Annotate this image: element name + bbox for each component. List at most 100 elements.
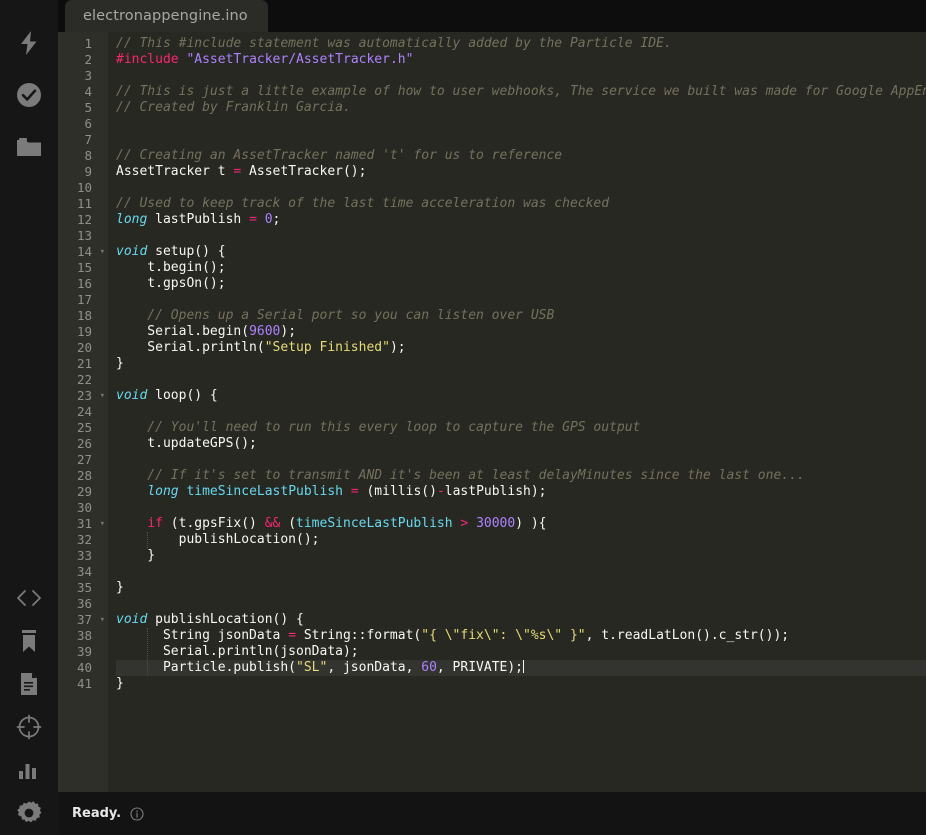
line-number: 25	[76, 420, 92, 435]
line-number: 41	[76, 676, 92, 691]
code-line[interactable]: }	[116, 548, 926, 564]
line-number: 40	[76, 660, 92, 675]
code-token: loop() {	[147, 388, 218, 403]
code-token: Serial.begin(	[116, 324, 250, 339]
code-line[interactable]	[116, 68, 926, 84]
code-line[interactable]: String jsonData = String::format("{ \"fi…	[116, 628, 926, 644]
code-line[interactable]: }	[116, 580, 926, 596]
code-content[interactable]: // This #include statement was automatic…	[108, 32, 926, 792]
code-line[interactable]: Serial.println(jsonData);	[116, 644, 926, 660]
status-message: Ready.	[72, 806, 122, 821]
main-area: electronappengine.ino 1 2 3 4 5 6 7 8 9 10 11 12 13 1…	[58, 0, 926, 835]
chart-icon[interactable]	[0, 749, 58, 791]
code-line[interactable]: if (t.gpsFix() && (timeSinceLastPublish …	[116, 516, 926, 532]
code-line[interactable]: // You'll need to run this every loop to…	[116, 420, 926, 436]
flash-icon[interactable]	[0, 22, 58, 64]
folder-icon[interactable]	[0, 126, 58, 168]
line-number: 33	[76, 548, 92, 563]
line-number: 18	[76, 308, 92, 323]
fold-arrow-icon[interactable]: ▾	[100, 612, 105, 628]
code-line[interactable]: publishLocation();	[116, 532, 926, 548]
code-token: "SL"	[296, 660, 328, 675]
code-token: void	[116, 244, 148, 259]
code-token: // Created by Franklin Garcia.	[116, 100, 351, 115]
verify-icon[interactable]	[0, 74, 58, 116]
target-icon[interactable]	[0, 706, 58, 748]
code-line[interactable]: // Created by Franklin Garcia.	[116, 100, 926, 116]
code-line[interactable]: void setup() {	[116, 244, 926, 260]
code-line[interactable]	[116, 180, 926, 196]
code-token: 0	[264, 212, 273, 227]
code-line[interactable]: // If it's set to transmit AND it's been…	[116, 468, 926, 484]
code-line[interactable]: // Opens up a Serial port so you can lis…	[116, 308, 926, 324]
code-line[interactable]: long timeSinceLastPublish = (millis()-la…	[116, 484, 926, 500]
line-number: 35	[76, 580, 92, 595]
code-line[interactable]	[116, 292, 926, 308]
code-token: , jsonData,	[327, 660, 422, 675]
line-number: 14 ▾	[76, 244, 105, 260]
code-line[interactable]: void loop() {	[116, 388, 926, 404]
code-token: // You'll need to run this every loop to…	[116, 420, 641, 435]
line-number-gutter: 1 2 3 4 5 6 7 8 9 10 11 12 13 14 ▾ 15 16 17 18 19 20 21 22 23 ▾ 2…	[58, 32, 108, 792]
code-token: timeSinceLastPublish	[186, 484, 343, 499]
code-line[interactable]	[116, 564, 926, 580]
code-line[interactable]	[116, 500, 926, 516]
tab-electronappengine-ino[interactable]: electronappengine.ino	[65, 0, 268, 32]
code-line[interactable]	[116, 116, 926, 132]
line-number: 16	[76, 276, 92, 291]
text-cursor	[523, 660, 524, 673]
code-token: "AssetTracker/AssetTracker.h"	[186, 52, 414, 67]
code-line[interactable]: // This is just a little example of how …	[116, 84, 926, 100]
tab-strip: electronappengine.ino	[58, 0, 926, 32]
document-icon[interactable]	[0, 663, 58, 705]
code-line[interactable]	[116, 372, 926, 388]
fold-arrow-icon[interactable]: ▾	[100, 244, 105, 260]
line-number: 27	[76, 452, 92, 467]
fold-arrow-icon[interactable]: ▾	[100, 388, 105, 404]
code-line[interactable]: }	[116, 676, 926, 692]
info-circle-icon[interactable]	[130, 806, 144, 821]
code-token: // Opens up a Serial port so you can lis…	[116, 308, 555, 323]
code-line[interactable]: void publishLocation() {	[116, 612, 926, 628]
line-number: 39	[76, 644, 92, 659]
code-line[interactable]: long lastPublish = 0;	[116, 212, 926, 228]
code-token: =	[350, 484, 359, 499]
code-line[interactable]: // Used to keep track of the last time a…	[116, 196, 926, 212]
code-line[interactable]: // This #include statement was automatic…	[116, 36, 926, 52]
code-line[interactable]: }	[116, 356, 926, 372]
particle-ide-window: electronappengine.ino 1 2 3 4 5 6 7 8 9 10 11 12 13 1…	[0, 0, 926, 835]
code-line[interactable]: t.updateGPS();	[116, 436, 926, 452]
code-token: void	[116, 612, 148, 627]
line-number: 7	[84, 132, 92, 147]
code-line[interactable]	[116, 132, 926, 148]
code-token: AssetTracker t	[116, 164, 234, 179]
code-line[interactable]	[116, 404, 926, 420]
code-icon[interactable]	[0, 577, 58, 619]
code-token: 9600	[249, 324, 281, 339]
code-line[interactable]: t.begin();	[116, 260, 926, 276]
line-number: 11	[76, 196, 92, 211]
code-line[interactable]: // Creating an AssetTracker named 't' fo…	[116, 148, 926, 164]
code-editor[interactable]: 1 2 3 4 5 6 7 8 9 10 11 12 13 14 ▾ 15 16 17 18 19 20 21 22 23 ▾ 2…	[58, 32, 926, 792]
line-number: 34	[76, 564, 92, 579]
code-token: lastPublish);	[444, 484, 547, 499]
code-token: 30000	[476, 516, 516, 531]
code-line[interactable]: Serial.println("Setup Finished");	[116, 340, 926, 356]
bookmark-icon[interactable]	[0, 620, 58, 662]
line-number: 38	[76, 628, 92, 643]
line-number: 31 ▾	[76, 516, 105, 532]
code-token: (	[280, 516, 297, 531]
line-number: 10	[76, 180, 92, 195]
code-line[interactable]: t.gpsOn();	[116, 276, 926, 292]
code-line[interactable]	[116, 228, 926, 244]
code-line[interactable]: #include "AssetTracker/AssetTracker.h"	[116, 52, 926, 68]
fold-arrow-icon[interactable]: ▾	[100, 516, 105, 532]
code-line[interactable]: Particle.publish("SL", jsonData, 60, PRI…	[116, 660, 926, 676]
code-line[interactable]: AssetTracker t = AssetTracker();	[116, 164, 926, 180]
gear-icon[interactable]	[0, 792, 58, 834]
code-line[interactable]	[116, 452, 926, 468]
code-line[interactable]	[116, 596, 926, 612]
code-token: =	[288, 628, 297, 643]
code-line[interactable]: Serial.begin(9600);	[116, 324, 926, 340]
